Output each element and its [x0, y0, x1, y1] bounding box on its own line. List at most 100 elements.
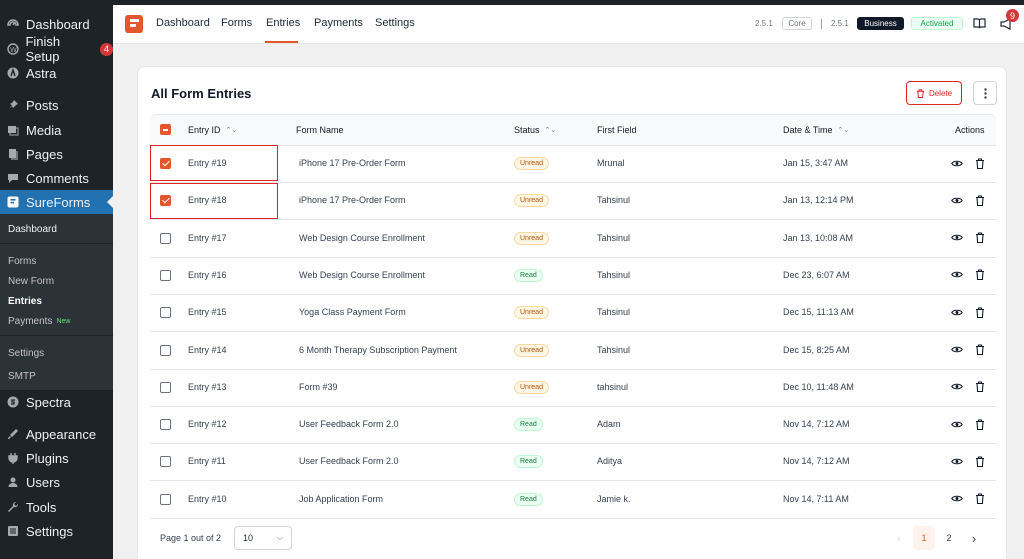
submenu-payments[interactable]: Payments New — [0, 311, 113, 331]
col-date-time[interactable]: Date & Time ⌃⌄ — [783, 125, 849, 135]
delete-trash-icon[interactable] — [974, 232, 986, 244]
entry-id[interactable]: Entry #17 — [188, 233, 227, 243]
submenu-entries[interactable]: Entries — [0, 291, 113, 311]
kebab-icon — [983, 87, 987, 99]
view-eye-icon[interactable] — [951, 269, 963, 281]
page-1-button[interactable]: 1 — [913, 526, 935, 550]
trash-icon — [916, 88, 925, 98]
submenu-forms[interactable]: Forms — [0, 251, 113, 271]
sidebar-item-comments[interactable]: Comments — [0, 166, 113, 190]
submenu-dashboard[interactable]: Dashboard — [0, 219, 113, 239]
view-eye-icon[interactable] — [951, 344, 963, 356]
sidebar-item-posts[interactable]: Posts — [0, 93, 113, 117]
sidebar-item-spectra[interactable]: Spectra — [0, 390, 113, 414]
pages-icon — [6, 147, 20, 161]
per-page-select[interactable]: 10 ⌵ — [234, 526, 292, 550]
view-eye-icon[interactable] — [951, 455, 963, 467]
delete-trash-icon[interactable] — [974, 493, 986, 505]
table-row[interactable]: Entry #16 Web Design Course Enrollment Rea… — [150, 257, 996, 295]
sidebar-item-appearance[interactable]: Appearance — [0, 422, 113, 446]
submenu-smtp[interactable]: SMTP — [0, 366, 113, 386]
delete-button[interactable]: Delete — [906, 81, 962, 105]
sort-icon[interactable]: ⌃⌄ — [545, 126, 557, 134]
entry-id[interactable]: Entry #11 — [188, 456, 226, 466]
view-eye-icon[interactable] — [951, 418, 963, 430]
delete-trash-icon[interactable] — [974, 418, 986, 430]
activated-badge: Activated — [911, 17, 963, 30]
nav-forms[interactable]: Forms — [221, 17, 252, 29]
nav-settings[interactable]: Settings — [375, 17, 415, 29]
entry-id[interactable]: Entry #16 — [188, 270, 227, 280]
sidebar-item-settings[interactable]: Settings — [0, 519, 113, 543]
table-header: Entry ID ⌃⌄ Form Name Status ⌃⌄ First Fiel… — [150, 114, 996, 146]
sidebar-item-users[interactable]: Users — [0, 470, 113, 494]
sort-icon[interactable]: ⌃⌄ — [838, 126, 850, 134]
nav-payments[interactable]: Payments — [314, 17, 363, 29]
delete-trash-icon[interactable] — [974, 344, 986, 356]
entry-date: Dec 10, 11:48 AM — [783, 381, 854, 392]
view-eye-icon[interactable] — [951, 232, 963, 244]
delete-trash-icon[interactable] — [974, 455, 986, 467]
sidebar-item-pages[interactable]: Pages — [0, 142, 113, 166]
row-checkbox[interactable] — [160, 456, 171, 468]
delete-trash-icon[interactable] — [974, 381, 986, 393]
row-checkbox[interactable] — [160, 493, 171, 505]
submenu-settings[interactable]: Settings — [0, 343, 113, 363]
sidebar-item-sureforms[interactable]: SureForms — [0, 190, 113, 214]
sidebar-item-media[interactable]: Media — [0, 118, 113, 142]
sidebar-item-finish-setup[interactable]: W Finish Setup 4 — [0, 34, 113, 64]
row-checkbox[interactable] — [160, 419, 171, 431]
view-eye-icon[interactable] — [951, 493, 963, 505]
row-checkbox[interactable] — [160, 381, 171, 393]
sidebar-item-tools[interactable]: Tools — [0, 495, 113, 519]
view-eye-icon[interactable] — [951, 157, 963, 169]
table-row[interactable]: Entry #14 6 Month Therapy Subscription Pa… — [150, 332, 996, 370]
row-checkbox[interactable] — [160, 269, 171, 281]
svg-text:W: W — [10, 46, 17, 54]
more-options-button[interactable] — [973, 81, 997, 105]
table-row[interactable]: Entry #11 User Feedback Form 2.0 Read Adity… — [150, 444, 996, 482]
page-2-button[interactable]: 2 — [938, 526, 960, 550]
view-eye-icon[interactable] — [951, 194, 963, 206]
table-row[interactable]: Entry #15 Yoga Class Payment Form Unread Ta… — [150, 295, 996, 333]
table-row[interactable]: Entry #10 Job Application Form Read Jamie k… — [150, 481, 996, 519]
view-eye-icon[interactable] — [951, 381, 963, 393]
sidebar-item-dashboard[interactable]: Dashboard — [0, 12, 113, 36]
next-page-button[interactable]: › — [963, 526, 985, 550]
row-checkbox[interactable] — [160, 344, 171, 356]
delete-trash-icon[interactable] — [974, 269, 986, 281]
row-checkbox[interactable] — [160, 232, 171, 244]
nav-entries[interactable]: Entries — [266, 17, 300, 29]
submenu-new-form[interactable]: New Form — [0, 271, 113, 291]
prev-page-button[interactable]: ‹ — [888, 526, 910, 550]
nav-dashboard[interactable]: Dashboard — [156, 17, 210, 29]
entry-id[interactable]: Entry #14 — [188, 345, 227, 355]
sidebar-item-label: Dashboard — [26, 16, 90, 32]
table-row[interactable]: Entry #13 Form #39 Unread tahsinul Dec 10, 1… — [150, 369, 996, 407]
col-entry-id[interactable]: Entry ID ⌃⌄ — [188, 125, 237, 135]
plugins-icon — [6, 451, 20, 465]
book-icon[interactable] — [973, 17, 986, 33]
view-eye-icon[interactable] — [951, 306, 963, 318]
sidebar-item-label: Finish Setup — [25, 34, 61, 64]
first-field: Adam — [597, 419, 621, 430]
delete-trash-icon[interactable] — [974, 306, 986, 318]
delete-trash-icon[interactable] — [974, 194, 986, 206]
sidebar-item-plugins[interactable]: Plugins — [0, 446, 113, 470]
delete-trash-icon[interactable] — [974, 157, 986, 169]
first-field: Tahsinul — [597, 344, 631, 355]
sidebar-item-astra[interactable]: Astra — [0, 61, 113, 85]
sort-icon[interactable]: ⌃⌄ — [226, 126, 238, 134]
table-row[interactable]: Entry #17 Web Design Course Enrollment Unr… — [150, 220, 996, 258]
table-row[interactable]: Entry #12 User Feedback Form 2.0 Read Adam N… — [150, 407, 996, 445]
entry-id[interactable]: Entry #10 — [188, 494, 227, 504]
entry-id[interactable]: Entry #13 — [188, 382, 227, 392]
entry-id[interactable]: Entry #12 — [188, 419, 227, 429]
form-name: Job Application Form — [299, 493, 384, 504]
sureforms-logo-icon[interactable] — [125, 15, 143, 33]
col-status[interactable]: Status ⌃⌄ — [514, 125, 556, 135]
entry-id[interactable]: Entry #15 — [188, 307, 227, 317]
row-checkbox[interactable] — [160, 307, 171, 319]
select-all-checkbox[interactable] — [160, 124, 171, 135]
status-badge: Unread — [514, 194, 549, 208]
